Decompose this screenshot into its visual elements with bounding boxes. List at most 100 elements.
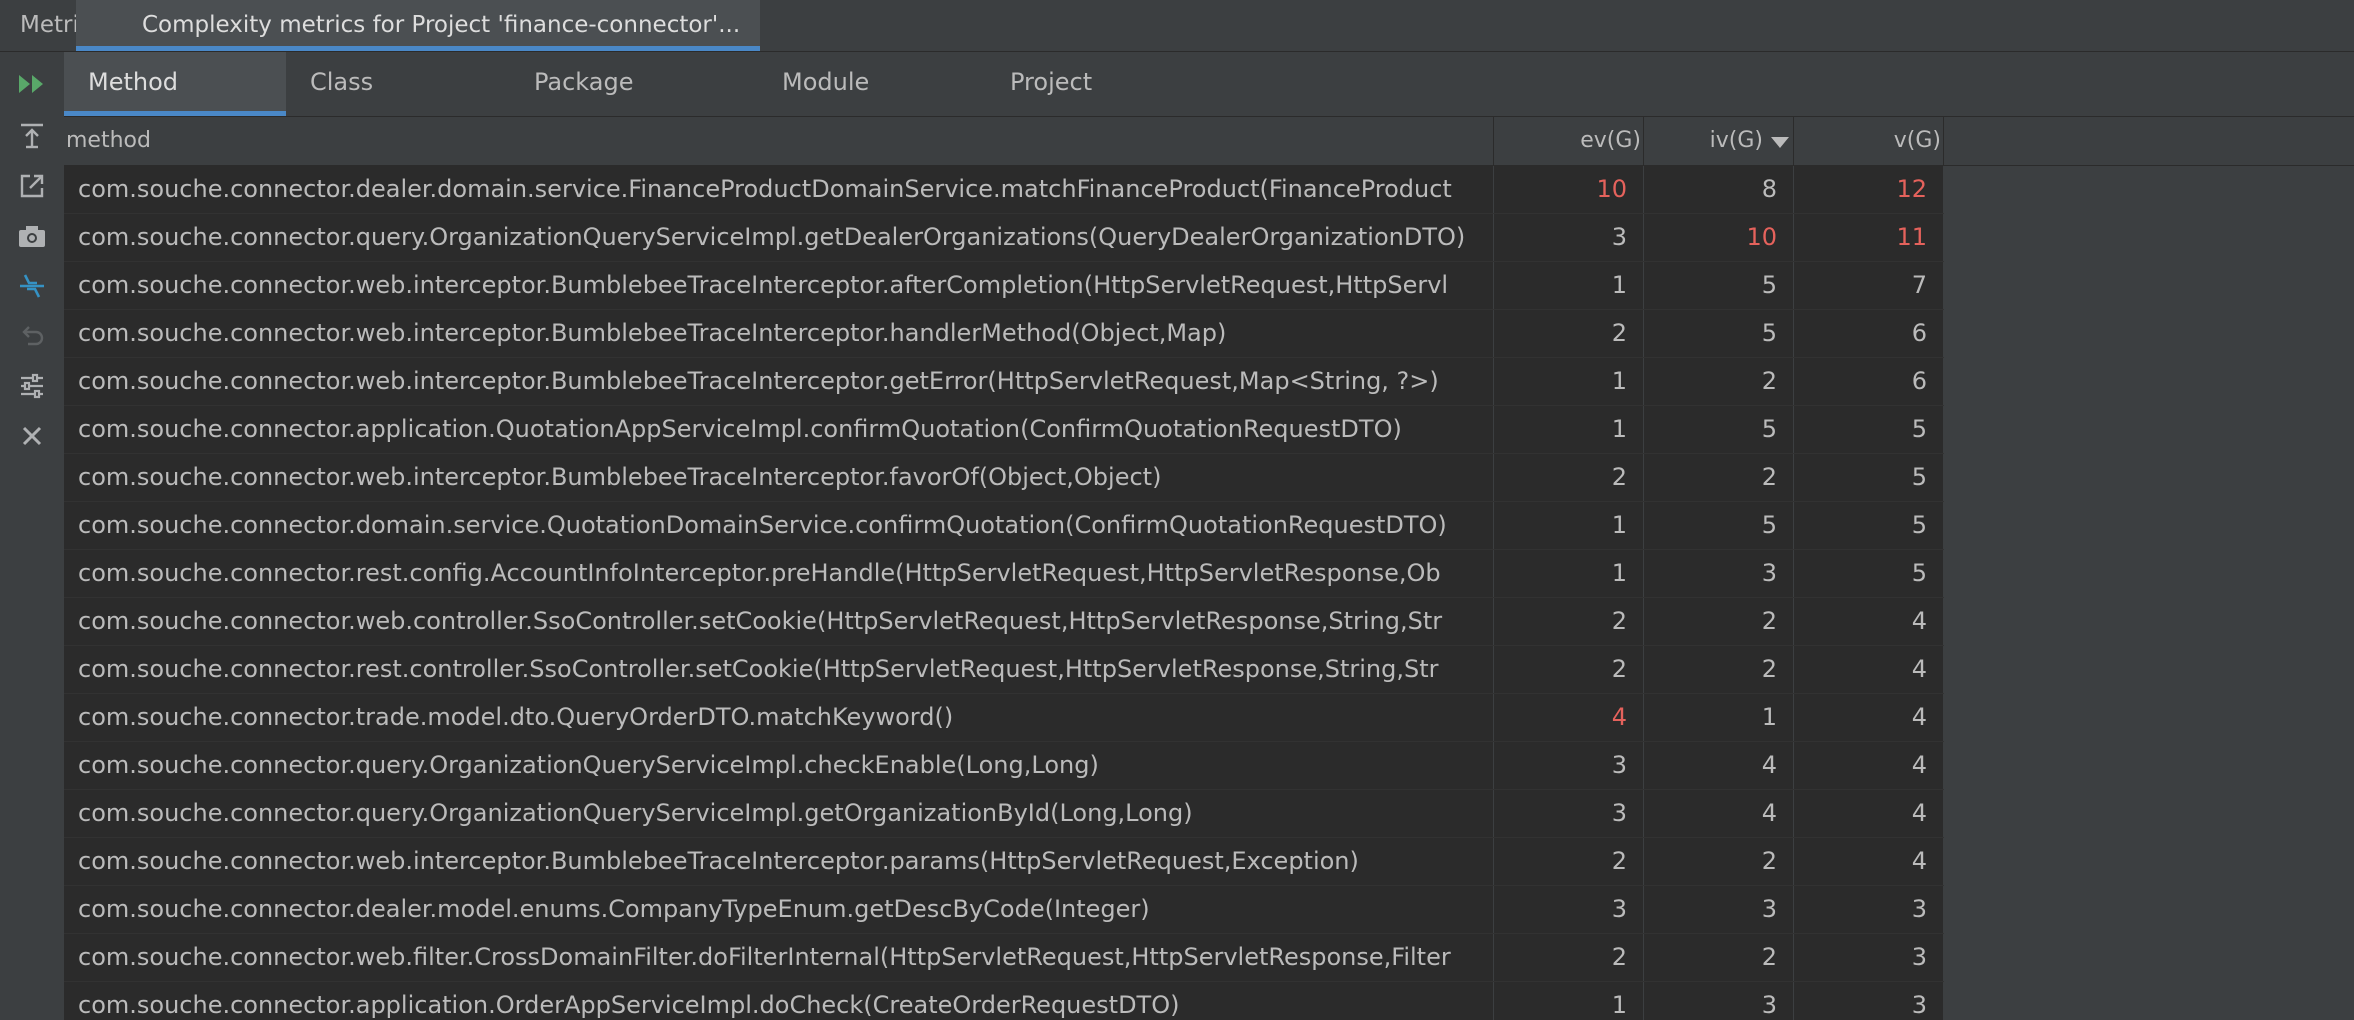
left-toolbar bbox=[0, 52, 65, 1020]
method-cell: com.souche.connector.query.OrganizationQ… bbox=[64, 214, 1494, 261]
ev-cell: 2 bbox=[1494, 310, 1644, 357]
iv-cell: 8 bbox=[1644, 166, 1794, 213]
external-link-icon[interactable] bbox=[12, 166, 52, 206]
ev-cell: 3 bbox=[1494, 214, 1644, 261]
table-row[interactable]: com.souche.connector.application.Quotati… bbox=[64, 406, 1944, 454]
compare-icon[interactable] bbox=[12, 266, 52, 306]
v-cell: 5 bbox=[1794, 406, 1944, 453]
tab-complexity-metrics[interactable]: Complexity metrics for Project 'finance-… bbox=[76, 0, 760, 51]
method-cell: com.souche.connector.dealer.domain.servi… bbox=[64, 166, 1494, 213]
table-row[interactable]: com.souche.connector.web.controller.SsoC… bbox=[64, 598, 1944, 646]
tab-class-metrics[interactable]: Class metrics bbox=[286, 52, 484, 156]
ev-cell: 2 bbox=[1494, 838, 1644, 885]
v-cell: 6 bbox=[1794, 310, 1944, 357]
ev-cell: 3 bbox=[1494, 742, 1644, 789]
column-header-v[interactable]: v(G) bbox=[1794, 117, 1944, 165]
metrics-tabs: Method metrics Class metrics Package met… bbox=[64, 52, 2354, 156]
active-tab-indicator bbox=[76, 46, 760, 51]
iv-cell: 2 bbox=[1644, 934, 1794, 981]
ev-cell: 1 bbox=[1494, 550, 1644, 597]
metrics-table: method ev(G) iv(G) v(G) com.souche.conne… bbox=[64, 117, 2354, 1020]
table-row[interactable]: com.souche.connector.web.interceptor.Bum… bbox=[64, 262, 1944, 310]
iv-cell: 5 bbox=[1644, 406, 1794, 453]
table-row[interactable]: com.souche.connector.web.interceptor.Bum… bbox=[64, 358, 1944, 406]
iv-cell: 2 bbox=[1644, 454, 1794, 501]
iv-cell: 1 bbox=[1644, 694, 1794, 741]
method-cell: com.souche.connector.rest.controller.Sso… bbox=[64, 646, 1494, 693]
iv-cell: 5 bbox=[1644, 262, 1794, 309]
tab-project-metrics[interactable]: Project metrics bbox=[986, 52, 1196, 156]
v-cell: 6 bbox=[1794, 358, 1944, 405]
v-cell: 5 bbox=[1794, 502, 1944, 549]
table-body: com.souche.connector.dealer.domain.servi… bbox=[64, 166, 1944, 1020]
undo-icon[interactable] bbox=[12, 316, 52, 356]
method-cell: com.souche.connector.rest.config.Account… bbox=[64, 550, 1494, 597]
table-row[interactable]: com.souche.connector.web.interceptor.Bum… bbox=[64, 310, 1944, 358]
v-cell: 5 bbox=[1794, 550, 1944, 597]
ev-cell: 3 bbox=[1494, 790, 1644, 837]
method-cell: com.souche.connector.query.OrganizationQ… bbox=[64, 742, 1494, 789]
ev-cell: 10 bbox=[1494, 166, 1644, 213]
iv-cell: 2 bbox=[1644, 598, 1794, 645]
column-header-iv-label: iv(G) bbox=[1709, 128, 1763, 153]
tab-module-metrics[interactable]: Module metrics bbox=[758, 52, 974, 156]
iv-cell: 3 bbox=[1644, 982, 1794, 1020]
iv-cell: 4 bbox=[1644, 742, 1794, 789]
iv-cell: 4 bbox=[1644, 790, 1794, 837]
v-cell: 4 bbox=[1794, 838, 1944, 885]
table-row[interactable]: com.souche.connector.dealer.domain.servi… bbox=[64, 166, 1944, 214]
settings-icon[interactable] bbox=[12, 366, 52, 406]
ev-cell: 1 bbox=[1494, 982, 1644, 1020]
table-row[interactable]: com.souche.connector.application.OrderAp… bbox=[64, 982, 1944, 1020]
table-row[interactable]: com.souche.connector.query.OrganizationQ… bbox=[64, 214, 1944, 262]
table-row[interactable]: com.souche.connector.query.OrganizationQ… bbox=[64, 742, 1944, 790]
ev-cell: 1 bbox=[1494, 262, 1644, 309]
table-row[interactable]: com.souche.connector.rest.controller.Sso… bbox=[64, 646, 1944, 694]
table-row[interactable]: com.souche.connector.rest.config.Account… bbox=[64, 550, 1944, 598]
iv-cell: 3 bbox=[1644, 550, 1794, 597]
ev-cell: 2 bbox=[1494, 934, 1644, 981]
v-cell: 3 bbox=[1794, 982, 1944, 1020]
iv-cell: 2 bbox=[1644, 358, 1794, 405]
export-icon[interactable] bbox=[12, 116, 52, 156]
tab-package-metrics[interactable]: Package metrics bbox=[510, 52, 734, 156]
v-cell: 4 bbox=[1794, 694, 1944, 741]
column-header-method[interactable]: method bbox=[66, 117, 1494, 165]
ev-cell: 2 bbox=[1494, 454, 1644, 501]
close-icon[interactable] bbox=[12, 416, 52, 456]
table-row[interactable]: com.souche.connector.dealer.model.enums.… bbox=[64, 886, 1944, 934]
v-cell: 4 bbox=[1794, 790, 1944, 837]
v-cell: 7 bbox=[1794, 262, 1944, 309]
method-cell: com.souche.connector.trade.model.dto.Que… bbox=[64, 694, 1494, 741]
iv-cell: 2 bbox=[1644, 838, 1794, 885]
ev-cell: 1 bbox=[1494, 358, 1644, 405]
camera-icon[interactable] bbox=[12, 216, 52, 256]
method-cell: com.souche.connector.web.controller.SsoC… bbox=[64, 598, 1494, 645]
iv-cell: 5 bbox=[1644, 502, 1794, 549]
method-cell: com.souche.connector.web.interceptor.Bum… bbox=[64, 262, 1494, 309]
v-cell: 4 bbox=[1794, 742, 1944, 789]
method-cell: com.souche.connector.query.OrganizationQ… bbox=[64, 790, 1494, 837]
table-row[interactable]: com.souche.connector.trade.model.dto.Que… bbox=[64, 694, 1944, 742]
run-icon[interactable] bbox=[12, 64, 52, 104]
method-cell: com.souche.connector.dealer.model.enums.… bbox=[64, 886, 1494, 933]
v-cell: 12 bbox=[1794, 166, 1944, 213]
ev-cell: 2 bbox=[1494, 646, 1644, 693]
table-row[interactable]: com.souche.connector.query.OrganizationQ… bbox=[64, 790, 1944, 838]
iv-cell: 3 bbox=[1644, 886, 1794, 933]
column-header-ev[interactable]: ev(G) bbox=[1494, 117, 1644, 165]
method-cell: com.souche.connector.domain.service.Quot… bbox=[64, 502, 1494, 549]
table-row[interactable]: com.souche.connector.web.filter.CrossDom… bbox=[64, 934, 1944, 982]
method-cell: com.souche.connector.application.OrderAp… bbox=[64, 982, 1494, 1020]
table-row[interactable]: com.souche.connector.web.interceptor.Bum… bbox=[64, 454, 1944, 502]
iv-cell: 5 bbox=[1644, 310, 1794, 357]
method-cell: com.souche.connector.web.interceptor.Bum… bbox=[64, 358, 1494, 405]
table-row[interactable]: com.souche.connector.web.interceptor.Bum… bbox=[64, 838, 1944, 886]
table-row[interactable]: com.souche.connector.domain.service.Quot… bbox=[64, 502, 1944, 550]
ev-cell: 4 bbox=[1494, 694, 1644, 741]
iv-cell: 10 bbox=[1644, 214, 1794, 261]
tab-method-metrics[interactable]: Method metrics bbox=[64, 52, 286, 156]
column-header-iv[interactable]: iv(G) bbox=[1644, 117, 1794, 165]
iv-cell: 2 bbox=[1644, 646, 1794, 693]
v-cell: 3 bbox=[1794, 934, 1944, 981]
